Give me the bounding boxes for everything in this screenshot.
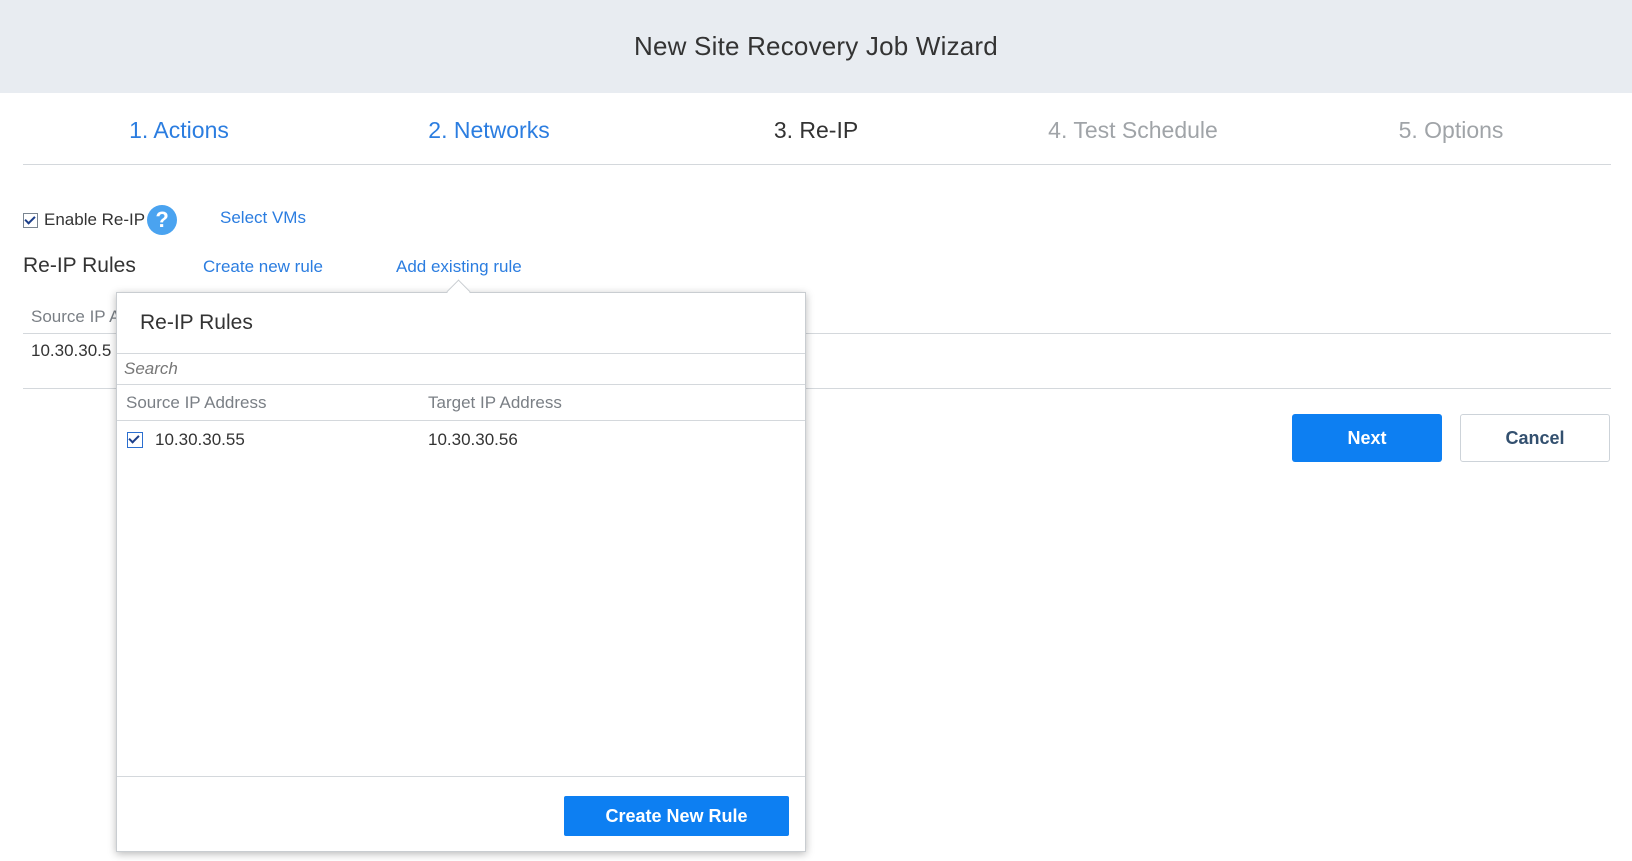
step-test-schedule: 4. Test Schedule [1048,117,1218,143]
popover-search-box [117,353,805,385]
step-networks[interactable]: 2. Networks [428,117,549,144]
popover-col-source[interactable]: Source IP Address [126,393,267,413]
step-options: 5. Options [1398,117,1504,143]
question-circle-icon[interactable]: ? [147,205,178,235]
step-actions[interactable]: 1. Actions [129,117,229,144]
rule-target-ip: 10.30.30.56 [428,430,518,449]
rule-source-ip: 10.30.30.55 [155,430,245,449]
next-button[interactable]: Next [1292,414,1442,462]
create-new-rule-link[interactable]: Create new rule [203,257,323,277]
step-reip: 3. Re-IP [773,117,859,143]
add-existing-rule-link[interactable]: Add existing rule [396,257,522,277]
enable-reip-row: Enable Re-IP ? [23,205,178,235]
create-new-rule-button[interactable]: Create New Rule [564,796,789,836]
rules-col-source: Source IP A [31,307,121,326]
reip-rules-popover: Re-IP Rules Source IP Address Target IP … [116,292,806,852]
select-vms-link[interactable]: Select VMs [220,208,306,228]
popover-title: Re-IP Rules [140,311,253,334]
enable-reip-checkbox[interactable] [23,212,38,228]
rule-checkbox[interactable] [127,432,143,448]
popover-col-target[interactable]: Target IP Address [428,393,562,413]
wizard-header: New Site Recovery Job Wizard [0,0,1632,93]
table-row[interactable]: 10.30.30.55 10.30.30.56 [117,421,805,457]
popover-table-header: Source IP Address Target IP Address [117,385,805,421]
search-input[interactable] [117,354,805,384]
wizard-title: New Site Recovery Job Wizard [634,31,998,61]
wizard-steps: 1. Actions 2. Networks 3. Re-IP 4. Test … [23,93,1611,165]
reip-rules-heading: Re-IP Rules [23,254,136,277]
enable-reip-label[interactable]: Enable Re-IP [44,210,145,230]
cancel-button[interactable]: Cancel [1460,414,1610,462]
popover-footer: Create New Rule [117,776,805,852]
rules-row-source: 10.30.30.5 [31,341,112,360]
